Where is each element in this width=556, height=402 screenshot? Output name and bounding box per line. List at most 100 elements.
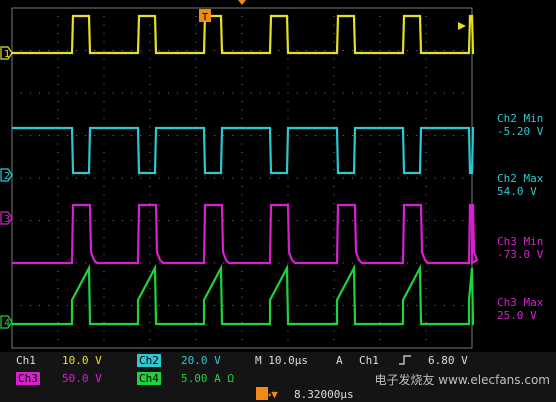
grid-dot	[416, 135, 418, 136]
trigger-level[interactable]: 6.80 V	[428, 354, 468, 367]
grid-dot	[453, 305, 455, 306]
grid-dot	[103, 254, 105, 255]
timebase[interactable]: M 10.0µs	[255, 354, 308, 367]
measurement-title: Ch2 Min	[497, 112, 544, 125]
grid-dot	[39, 92, 41, 94]
grid-dot	[425, 245, 427, 247]
grid-dot	[434, 347, 436, 349]
grid-dot	[471, 75, 473, 77]
grid-dot	[213, 347, 215, 349]
grid-dot	[342, 262, 344, 264]
grid-dot	[195, 228, 197, 230]
grid-dot	[103, 143, 105, 145]
grid-dot	[195, 220, 197, 221]
grid-dot	[11, 152, 13, 153]
grid-dot	[388, 305, 390, 306]
grid-dot	[11, 330, 13, 332]
grid-dot	[379, 41, 381, 43]
grid-dot	[57, 58, 59, 60]
grid-dot	[333, 101, 335, 102]
grid-dot	[186, 50, 188, 51]
grid-dot	[425, 84, 427, 85]
measurement-value: 25.0 V	[497, 309, 537, 322]
grid-dot	[57, 211, 59, 213]
oscilloscope-display: 1 2 3 4 T	[0, 0, 556, 402]
grid-dot	[121, 220, 123, 221]
grid-dot	[57, 169, 59, 170]
grid-dot	[305, 135, 307, 136]
grid-dot	[379, 67, 381, 68]
grid-dot	[361, 50, 363, 51]
grid-dot	[11, 92, 13, 94]
grid-dot	[333, 279, 335, 281]
grid-dot	[241, 288, 243, 289]
grid-dot	[149, 339, 151, 340]
trigger-source[interactable]: Ch1	[359, 354, 379, 367]
grid-dot	[296, 92, 298, 94]
grid-dot	[287, 347, 289, 349]
ch4-scale[interactable]: 5.00 A Ω	[181, 372, 234, 385]
grid-dot	[379, 152, 381, 153]
grid-dot	[241, 7, 243, 9]
grid-dot	[149, 135, 151, 136]
grid-dot	[342, 177, 344, 179]
grid-dot	[425, 67, 427, 68]
grid-dot	[296, 177, 298, 179]
ch2-scale[interactable]: 20.0 V	[181, 354, 221, 367]
grid-dot	[388, 50, 390, 51]
grid-dot	[471, 347, 473, 349]
grid-dot	[149, 237, 151, 238]
ch2-label[interactable]: Ch2	[137, 354, 161, 367]
grid-dot	[85, 92, 87, 94]
ch4-label[interactable]: Ch4	[137, 372, 161, 385]
grid-dot	[370, 347, 372, 349]
ch1-scale[interactable]: 10.0 V	[62, 354, 102, 367]
grid-dot	[370, 135, 372, 136]
grid-dot	[223, 305, 225, 306]
grid-dot	[85, 7, 87, 9]
grid-dot	[241, 41, 243, 43]
grid-dot	[250, 135, 252, 136]
horizontal-position-value[interactable]: 8.32000µs	[294, 388, 354, 401]
grid-dot	[213, 305, 215, 306]
grid-dot	[103, 330, 105, 332]
ch3-label[interactable]: Ch3	[16, 372, 40, 385]
grid-dot	[425, 186, 427, 187]
grid-dot	[11, 118, 13, 119]
grid-dot	[112, 7, 114, 9]
grid-dot	[57, 305, 59, 306]
grid-dot	[425, 237, 427, 238]
grid-dot	[20, 7, 22, 9]
grid-dot	[232, 220, 234, 221]
grid-dot	[305, 305, 307, 306]
grid-dot	[195, 194, 197, 196]
grid-dot	[333, 245, 335, 247]
grid-dot	[379, 322, 381, 323]
trigger-mode[interactable]: A	[336, 354, 343, 367]
grid-dot	[397, 220, 399, 221]
grid-dot	[57, 245, 59, 247]
grid-dot	[213, 135, 215, 136]
watermark-logo: 电子发烧友 www.elecfans.com	[374, 373, 550, 387]
grid-dot	[269, 347, 271, 349]
grid-dot	[379, 203, 381, 204]
grid-dot	[379, 237, 381, 238]
grid-dot	[416, 220, 418, 221]
ch3-scale[interactable]: 50.0 V	[62, 372, 102, 385]
grid-dot	[425, 118, 427, 119]
grid-dot	[11, 203, 13, 204]
grid-dot	[149, 160, 151, 162]
grid-dot	[11, 101, 13, 102]
grid-dot	[278, 262, 280, 264]
grid-dot	[66, 220, 68, 221]
grid-dot	[149, 118, 151, 119]
grid-dot	[305, 177, 307, 179]
grid-dot	[232, 7, 234, 9]
grid-dot	[425, 16, 427, 17]
measurement-title: Ch3 Max	[497, 296, 544, 309]
grid-dot	[195, 101, 197, 102]
grid-dot	[20, 92, 22, 94]
grid-dot	[11, 177, 13, 179]
ch1-label[interactable]: Ch1	[16, 354, 36, 367]
grid-dot	[425, 152, 427, 153]
